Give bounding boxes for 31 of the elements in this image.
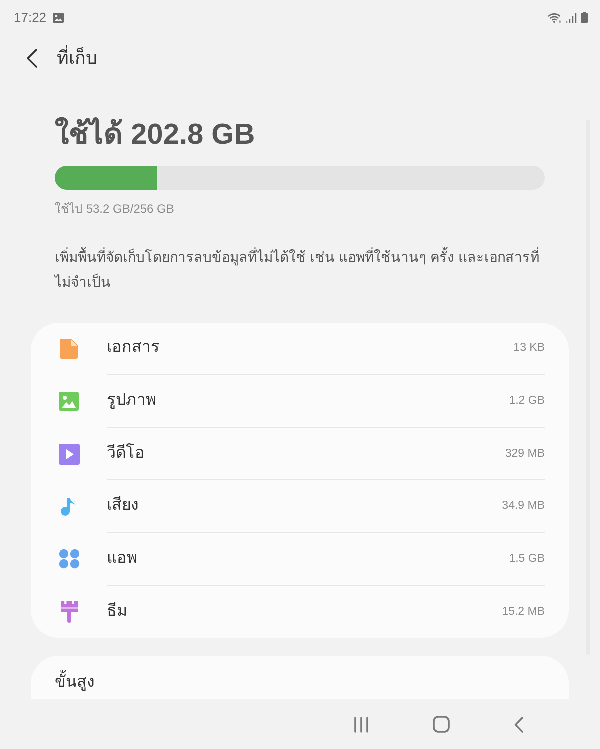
home-icon[interactable] — [433, 716, 450, 733]
recents-icon[interactable] — [354, 716, 369, 732]
screen-title: ที่เก็บ — [57, 46, 97, 70]
category-size: 1.5 GB — [509, 552, 545, 567]
category-size: 13 KB — [514, 341, 545, 356]
dots-grid-icon — [58, 549, 80, 570]
category-label[interactable]: วีดีโอ — [107, 442, 145, 465]
category-size: 34.9 MB — [502, 499, 545, 514]
category-label[interactable]: ธีม — [107, 601, 128, 624]
wifi-icon — [548, 12, 562, 23]
play-icon — [58, 444, 80, 465]
advanced-button[interactable]: ขั้นสูง — [31, 656, 569, 700]
category-label[interactable]: รูปภาพ — [107, 390, 157, 412]
back-icon[interactable] — [26, 48, 38, 68]
battery-icon — [581, 12, 588, 23]
signal-icon — [566, 12, 577, 22]
storage-description: เพิ่มพื้นที่จัดเก็บโดยการลบข้อมูลที่ไม่ได้ใช้ เช่น แอพที่ใช้นานๆ ครั้ง และเอกสารที่ไม่จำเป็น — [55, 246, 541, 292]
available-storage-text: ใช้ได้ 202.8 GB — [55, 117, 256, 153]
category-size: 1.2 GB — [509, 394, 545, 409]
status-time: 17:22 — [14, 10, 47, 26]
category-label[interactable]: เอกสาร — [107, 337, 160, 360]
used-storage-text: ใช้ไป 53.2 GB/256 GB — [55, 201, 176, 217]
category-size: 15.2 MB — [502, 605, 545, 620]
music-note-icon — [60, 498, 78, 516]
paintbrush-icon — [60, 601, 78, 624]
category-label[interactable]: แอพ — [107, 548, 138, 570]
image-icon — [59, 392, 79, 411]
category-label[interactable]: เสียง — [107, 495, 139, 518]
document-icon — [60, 338, 78, 359]
category-size: 329 MB — [505, 446, 545, 462]
gallery-icon — [52, 12, 64, 22]
